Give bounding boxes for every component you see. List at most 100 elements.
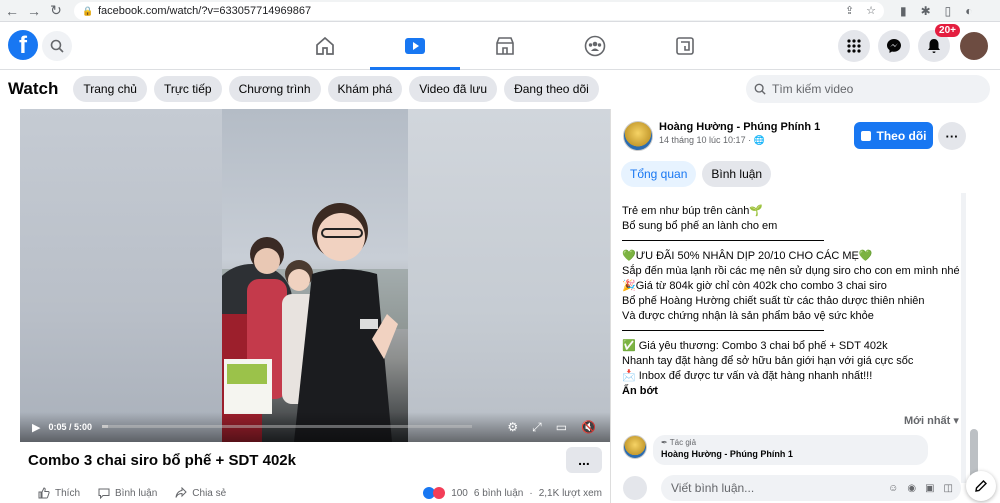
views-count: 2,1K lượt xem — [538, 487, 602, 499]
video-controls: ▶ 0:05 / 5:00 ⚙ ⤢ ▭ 🔇 — [20, 412, 610, 442]
tab-live[interactable]: Trực tiếp — [153, 76, 222, 102]
comments-count[interactable]: 6 bình luận — [474, 488, 524, 499]
video-frame — [222, 109, 408, 442]
extension-icon[interactable]: ▮ — [900, 4, 907, 18]
tab-explore[interactable]: Khám phá — [327, 76, 403, 102]
camera-icon[interactable]: ◉ — [907, 483, 916, 494]
watch-icon[interactable] — [370, 22, 460, 70]
tab-saved-videos[interactable]: Video đã lưu — [409, 76, 498, 102]
share-arrow-icon — [175, 487, 187, 498]
new-message-edit-icon[interactable] — [966, 471, 996, 501]
author-avatar[interactable] — [623, 121, 653, 151]
video-actions: Thích Bình luận Chia sẻ 100 6 bình luận … — [20, 483, 610, 503]
video-search-input[interactable]: Tìm kiếm video — [746, 75, 990, 103]
post-line: 💚ƯU ĐÃI 50% NHÂN DỊP 20/10 CHO CÁC MẸ💚 — [622, 250, 873, 262]
sidebar-icon[interactable]: ▯ — [945, 4, 952, 18]
like-button[interactable]: Thích — [38, 487, 80, 499]
lock-icon: 🔒 — [82, 5, 94, 16]
reaction-love-icon — [433, 487, 446, 499]
comment-avatar[interactable] — [623, 435, 647, 459]
forward-icon[interactable]: → — [24, 1, 44, 21]
follow-icon — [860, 130, 871, 141]
comment-sort-dropdown[interactable]: Mới nhất ▾ — [904, 414, 959, 427]
reaction-count[interactable]: 100 — [451, 488, 468, 499]
bookmark-star-icon[interactable]: ☆ — [866, 4, 876, 17]
messenger-icon[interactable] — [878, 30, 910, 62]
tab-home[interactable]: Trang chủ — [73, 76, 147, 102]
video-title-row: Combo 3 chai siro bổ phế + SDT 402k ... — [20, 443, 610, 477]
search-icon[interactable] — [42, 31, 72, 61]
tab-shows[interactable]: Chương trình — [228, 76, 321, 102]
puzzle-icon[interactable]: ✱ — [921, 4, 931, 18]
search-icon — [754, 83, 766, 95]
post-options-button[interactable]: ··· — [938, 122, 966, 150]
post-line: Nhanh tay đặt hàng để sở hữu bản giới hạ… — [622, 355, 914, 367]
mute-icon[interactable]: 🔇 — [581, 420, 596, 435]
home-icon[interactable] — [280, 22, 370, 70]
post-divider — [622, 240, 824, 241]
share-button[interactable]: Chia sẻ — [175, 487, 226, 499]
follow-button[interactable]: Theo dõi — [854, 122, 933, 149]
facebook-header: f 20+ — [0, 22, 1000, 70]
see-less-link[interactable]: Ẩn bớt — [622, 384, 967, 399]
share-icon[interactable]: ⇪ — [845, 4, 854, 17]
address-bar[interactable]: 🔒 facebook.com/watch/?v=633057714969867 … — [74, 1, 884, 20]
video-player[interactable]: ▶ 0:05 / 5:00 ⚙ ⤢ ▭ 🔇 — [20, 109, 610, 442]
post-line: Và được chứng nhận là sản phẩm bảo vệ sứ… — [622, 310, 874, 322]
emoji-icon[interactable]: ☺ — [888, 483, 898, 494]
settings-gear-icon[interactable]: ⚙ — [507, 420, 518, 435]
page-title: Watch — [8, 79, 59, 98]
video-blur-left — [20, 109, 222, 442]
comment-icon — [98, 488, 110, 499]
share-label: Chia sẻ — [192, 487, 227, 499]
back-icon[interactable]: ← — [2, 1, 22, 21]
tab-comments[interactable]: Bình luận — [702, 161, 772, 187]
video-title: Combo 3 chai siro bổ phế + SDT 402k — [28, 451, 296, 469]
profile-icon[interactable]: ◐ — [965, 4, 972, 18]
notification-badge: 20+ — [935, 24, 960, 37]
post-time[interactable]: 14 tháng 10 lúc 10:17 · 🌐 — [659, 135, 820, 146]
post-line: 🎉Giá từ 804k giờ chỉ còn 402k cho combo … — [622, 280, 887, 292]
post-body: Trẻ em như búp trên cành🌱 Bổ sung bổ phế… — [622, 204, 967, 399]
comment-bubble: ✒ Tác giả Hoàng Hường - Phúng Phính 1 — [653, 435, 928, 465]
post-line: Trẻ em như búp trên cành🌱 — [622, 205, 764, 217]
tab-following[interactable]: Đang theo dõi — [504, 76, 599, 102]
pip-icon[interactable]: ▭ — [556, 420, 567, 435]
video-more-button[interactable]: ... — [566, 447, 602, 473]
post-line: ✅ Giá yêu thương: Combo 3 chai bổ phế + … — [622, 340, 888, 352]
marketplace-icon[interactable] — [460, 22, 550, 70]
post-author: Hoàng Hường - Phúng Phính 1 14 tháng 10 … — [623, 121, 820, 151]
account-avatar[interactable] — [958, 30, 990, 62]
comment-item: ✒ Tác giả Hoàng Hường - Phúng Phính 1 — [623, 435, 928, 465]
like-label: Thích — [55, 487, 81, 499]
groups-icon[interactable] — [550, 22, 640, 70]
comment-author-name[interactable]: Hoàng Hường - Phúng Phính 1 — [661, 449, 920, 459]
reload-icon[interactable]: ↻ — [46, 1, 66, 21]
video-time: 0:05 / 5:00 — [48, 422, 92, 432]
comment-composer: Viết bình luận... ☺ ◉ ▣ ◫ — [623, 475, 961, 501]
gaming-icon[interactable] — [640, 22, 730, 70]
facebook-logo[interactable]: f — [8, 30, 38, 60]
post-line: Bổ phế Hoàng Hường chiết suất từ các thả… — [622, 295, 925, 307]
author-name[interactable]: Hoàng Hường - Phúng Phính 1 — [659, 121, 820, 133]
watch-navbar: Watch Trang chủ Trực tiếp Chương trình K… — [0, 70, 1000, 108]
video-blur-right — [408, 109, 610, 442]
post-side-panel: Hoàng Hường - Phúng Phính 1 14 tháng 10 … — [610, 109, 1000, 503]
post-line: 📩 Inbox để được tư vấn và đặt hàng nhanh… — [622, 370, 873, 382]
video-search-placeholder: Tìm kiếm video — [772, 82, 854, 96]
play-icon[interactable]: ▶ — [32, 421, 40, 434]
browser-toolbar: ← → ↻ 🔒 facebook.com/watch/?v=6330577149… — [0, 0, 1000, 22]
comment-label: Bình luận — [115, 487, 158, 499]
gif-icon[interactable]: ▣ — [925, 483, 934, 494]
follow-label: Theo dõi — [876, 128, 927, 143]
fullscreen-icon[interactable]: ⤢ — [532, 420, 542, 435]
post-line: Sắp đến mùa lạnh rồi các mẹ nên sử dụng … — [622, 265, 960, 277]
thumbs-up-icon — [38, 487, 50, 499]
comment-button[interactable]: Bình luận — [98, 487, 157, 499]
tab-overview[interactable]: Tổng quan — [621, 161, 697, 187]
notifications-bell-icon[interactable]: 20+ — [918, 24, 960, 62]
menu-grid-icon[interactable] — [838, 30, 870, 62]
comment-input[interactable]: Viết bình luận... ☺ ◉ ▣ ◫ — [661, 475, 961, 501]
sticker-icon[interactable]: ◫ — [944, 483, 953, 494]
composer-avatar — [623, 476, 647, 500]
